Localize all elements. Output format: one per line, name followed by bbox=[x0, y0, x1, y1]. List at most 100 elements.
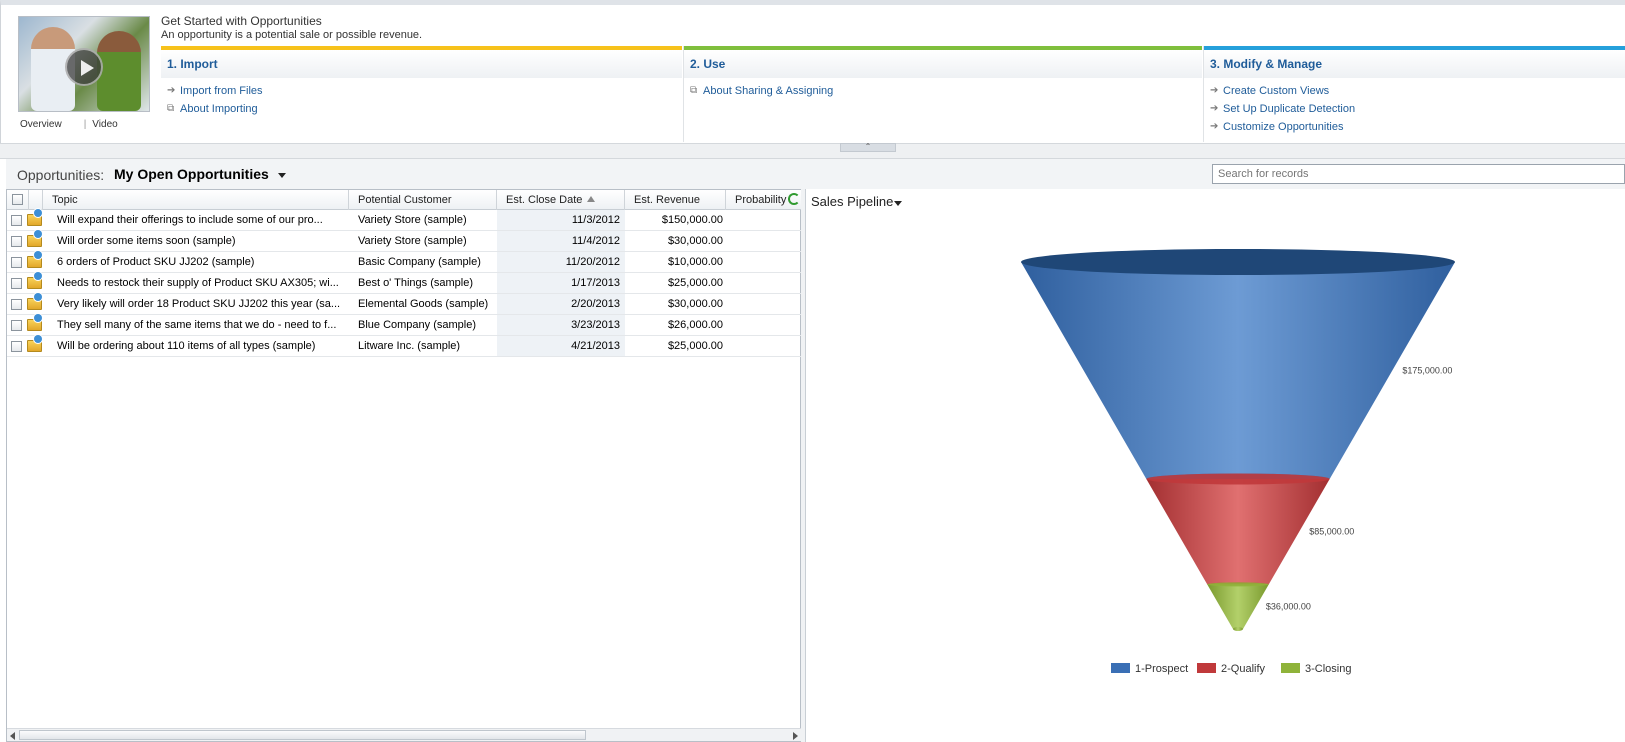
legend-entry: 2-Qualify bbox=[1221, 663, 1266, 675]
customer-cell[interactable]: Variety Store (sample) bbox=[349, 210, 497, 230]
funnel-segment-top bbox=[1021, 248, 1455, 276]
table-row[interactable]: 6 orders of Product SKU JJ202 (sample) B… bbox=[7, 251, 801, 273]
about-sharing-link[interactable]: ⧉ About Sharing & Assigning bbox=[690, 82, 1202, 100]
customer-cell[interactable]: Blue Company (sample) bbox=[349, 315, 497, 335]
duplicate-detection-link[interactable]: ➔ Set Up Duplicate Detection bbox=[1210, 100, 1625, 118]
get-started-subtitle: An opportunity is a potential sale or po… bbox=[161, 29, 423, 41]
revenue-cell: $10,000.00 bbox=[667, 256, 723, 268]
probability-column-header[interactable]: Probability bbox=[726, 190, 788, 210]
select-all-cell bbox=[7, 190, 29, 210]
get-started-panel: Overview | Video Get Started with Opportun… bbox=[0, 0, 1625, 143]
thumbnail-person-right bbox=[97, 31, 141, 111]
close-date-cell: 11/3/2012 bbox=[497, 210, 625, 230]
play-icon[interactable] bbox=[65, 48, 103, 86]
topic-cell[interactable]: 6 orders of Product SKU JJ202 (sample) bbox=[51, 252, 348, 272]
modify-heading: 3. Modify & Manage bbox=[1204, 50, 1625, 78]
legend-entry: 1-Prospect bbox=[1135, 663, 1188, 675]
about-importing-link[interactable]: ⧉ About Importing bbox=[167, 100, 682, 118]
customer-cell[interactable]: Best o' Things (sample) bbox=[349, 273, 497, 293]
video-link[interactable]: Video bbox=[92, 119, 117, 130]
funnel-segment-base bbox=[1233, 627, 1243, 631]
table-row[interactable]: Will order some items soon (sample) Vari… bbox=[7, 230, 801, 252]
view-bar: Opportunities: My Open Opportunities bbox=[6, 159, 1625, 189]
horizontal-scrollbar[interactable] bbox=[7, 728, 801, 741]
opportunity-icon bbox=[27, 251, 42, 268]
row-checkbox[interactable] bbox=[11, 257, 22, 268]
close-date-cell: 4/21/2013 bbox=[497, 336, 625, 356]
revenue-cell: $25,000.00 bbox=[667, 277, 723, 289]
customer-cell[interactable]: Basic Company (sample) bbox=[349, 252, 497, 272]
icon-column-header bbox=[29, 190, 43, 210]
close-date-cell: 11/20/2012 bbox=[497, 252, 625, 272]
scroll-right-icon[interactable] bbox=[793, 732, 798, 740]
opportunity-icon bbox=[27, 314, 42, 331]
customer-column-header[interactable]: Potential Customer bbox=[349, 190, 497, 210]
import-from-files-link[interactable]: ➔ Import from Files bbox=[167, 82, 682, 100]
import-column: 1. Import ➔ Import from Files ⧉ About Impo… bbox=[161, 46, 682, 142]
legend-swatch bbox=[1111, 663, 1130, 673]
arrow-right-icon: ➔ bbox=[1210, 103, 1219, 114]
funnel-segment-2-qualify[interactable] bbox=[1146, 478, 1330, 585]
chart-pane: Sales Pipeline $175,000.00 $85,000.00 $36,… bbox=[806, 189, 1625, 742]
topic-cell[interactable]: Will order some items soon (sample) bbox=[51, 231, 348, 251]
topic-cell[interactable]: They sell many of the same items that we… bbox=[51, 315, 348, 335]
view-selector[interactable]: My Open Opportunities bbox=[114, 166, 269, 182]
sort-ascending-icon bbox=[587, 196, 596, 202]
row-checkbox[interactable] bbox=[11, 341, 22, 352]
search-input[interactable] bbox=[1212, 164, 1625, 184]
popout-icon: ⧉ bbox=[690, 85, 698, 96]
row-checkbox[interactable] bbox=[11, 236, 22, 247]
opportunity-icon bbox=[27, 272, 42, 289]
revenue-cell: $26,000.00 bbox=[667, 319, 723, 331]
create-custom-views-link[interactable]: ➔ Create Custom Views bbox=[1210, 82, 1625, 100]
row-checkbox[interactable] bbox=[11, 320, 22, 331]
video-thumbnail[interactable] bbox=[18, 16, 150, 112]
close-date-column-header[interactable]: Est. Close Date bbox=[497, 190, 625, 210]
topic-column-header[interactable]: Topic bbox=[43, 190, 349, 210]
table-row[interactable]: Will be ordering about 110 items of all … bbox=[7, 335, 801, 357]
row-checkbox[interactable] bbox=[11, 278, 22, 289]
select-all-checkbox[interactable] bbox=[12, 194, 23, 205]
revenue-cell: $30,000.00 bbox=[667, 298, 723, 310]
customize-opportunities-link[interactable]: ➔ Customize Opportunities bbox=[1210, 118, 1625, 136]
use-heading: 2. Use bbox=[684, 50, 1202, 78]
scrollbar-thumb[interactable] bbox=[19, 730, 586, 740]
topic-cell[interactable]: Very likely will order 18 Product SKU JJ… bbox=[51, 294, 348, 314]
legend-swatch bbox=[1197, 663, 1216, 673]
funnel-segment-top bbox=[1207, 582, 1269, 587]
row-checkbox[interactable] bbox=[11, 215, 22, 226]
entity-label: Opportunities: bbox=[17, 167, 105, 183]
opportunity-icon bbox=[27, 230, 42, 247]
customer-cell[interactable]: Elemental Goods (sample) bbox=[349, 294, 497, 314]
table-row[interactable]: Very likely will order 18 Product SKU JJ… bbox=[7, 293, 801, 315]
scroll-left-icon[interactable] bbox=[10, 732, 15, 740]
panel-separator bbox=[0, 143, 1625, 159]
customer-cell[interactable]: Litware Inc. (sample) bbox=[349, 336, 497, 356]
opportunity-icon bbox=[27, 209, 42, 226]
topic-cell[interactable]: Will expand their offerings to include s… bbox=[51, 210, 348, 230]
revenue-cell: $25,000.00 bbox=[667, 340, 723, 352]
grid-header: Topic Potential Customer Est. Close Date… bbox=[7, 190, 801, 210]
overview-link[interactable]: Overview bbox=[20, 119, 62, 130]
funnel-segment-3-closing[interactable] bbox=[1207, 584, 1269, 629]
topic-cell[interactable]: Will be ordering about 110 items of all … bbox=[51, 336, 348, 356]
close-date-cell: 1/17/2013 bbox=[497, 273, 625, 293]
funnel-segment-1-prospect[interactable] bbox=[1021, 262, 1455, 479]
modify-manage-column: 3. Modify & Manage ➔ Create Custom Views … bbox=[1203, 46, 1625, 142]
row-checkbox[interactable] bbox=[11, 299, 22, 310]
customer-cell[interactable]: Variety Store (sample) bbox=[349, 231, 497, 251]
close-date-cell: 3/23/2013 bbox=[497, 315, 625, 335]
table-row[interactable]: Will expand their offerings to include s… bbox=[7, 209, 801, 231]
topic-cell[interactable]: Needs to restock their supply of Product… bbox=[51, 273, 348, 293]
table-row[interactable]: They sell many of the same items that we… bbox=[7, 314, 801, 336]
table-row[interactable]: Needs to restock their supply of Product… bbox=[7, 272, 801, 294]
view-dropdown-caret-icon[interactable] bbox=[278, 173, 286, 178]
popout-icon: ⧉ bbox=[167, 103, 175, 114]
legend-swatch bbox=[1281, 663, 1300, 673]
revenue-column-header[interactable]: Est. Revenue bbox=[625, 190, 726, 210]
import-heading: 1. Import bbox=[161, 50, 682, 78]
collapse-panel-button[interactable]: ⌃ bbox=[840, 143, 896, 152]
close-date-cell: 2/20/2013 bbox=[497, 294, 625, 314]
sales-pipeline-chart: $175,000.00 $85,000.00 $36,000.00 1-Prospe… bbox=[1021, 248, 1455, 675]
refresh-icon[interactable] bbox=[788, 193, 800, 205]
